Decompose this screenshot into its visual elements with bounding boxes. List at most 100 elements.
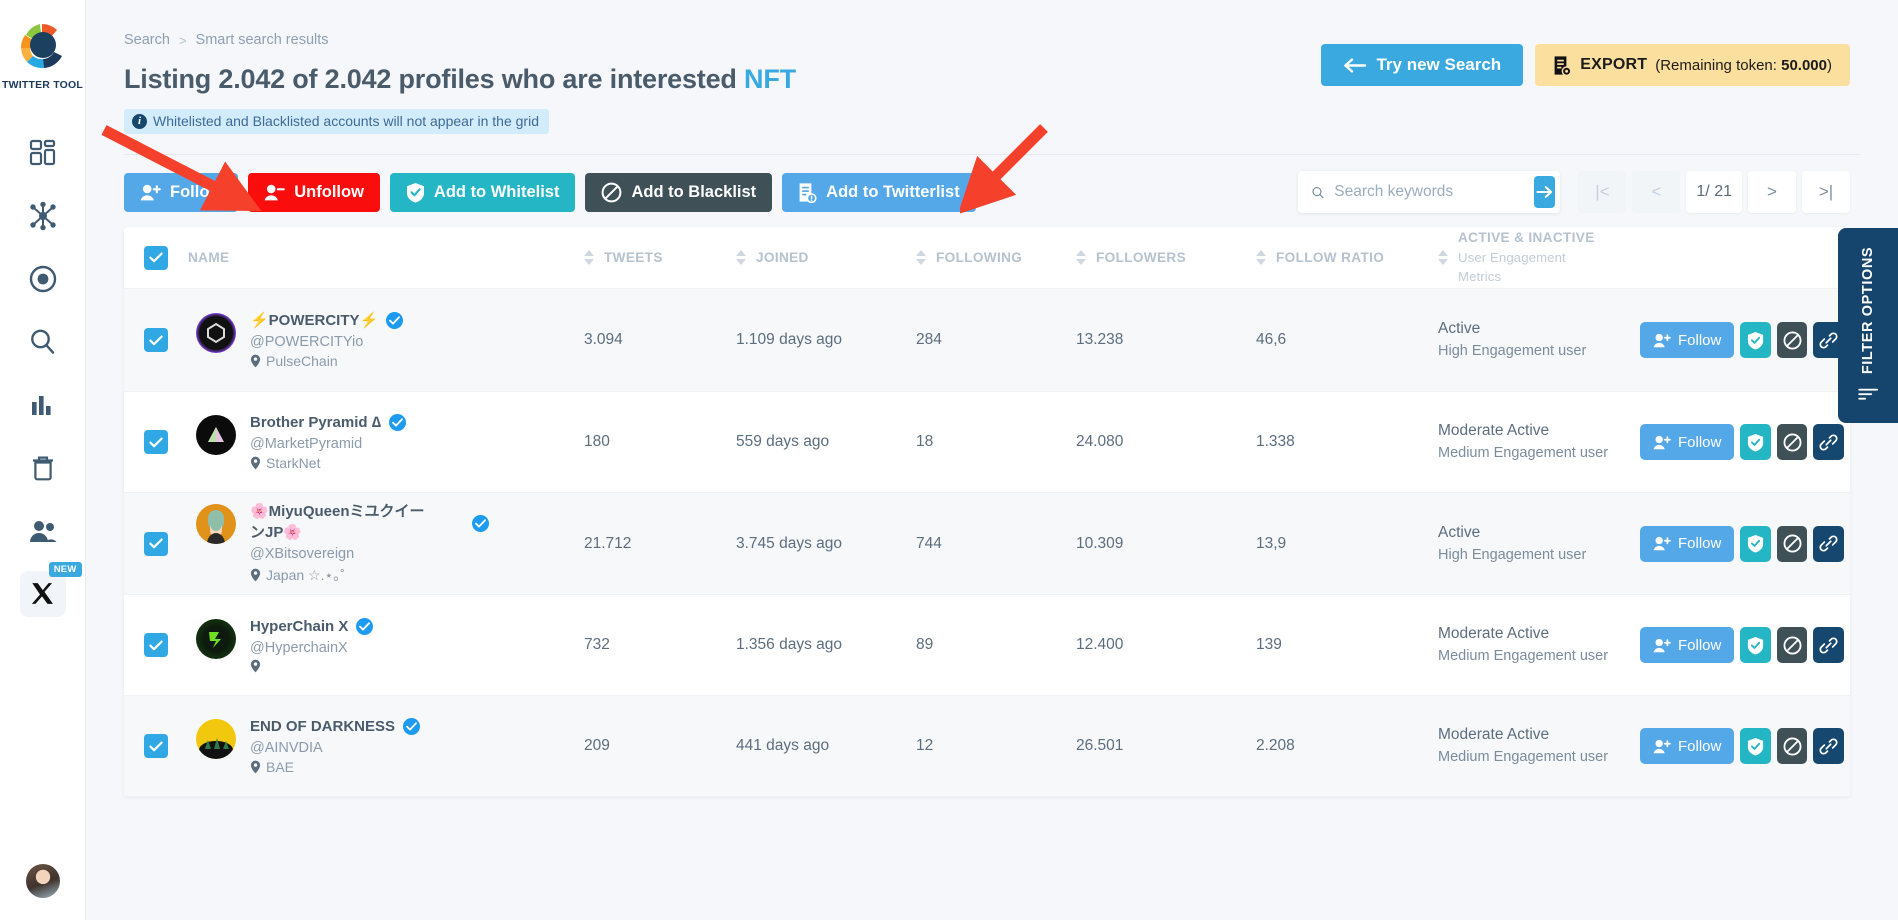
sidebar-item-analytics[interactable] (0, 373, 86, 436)
row-follow-button[interactable]: Follow (1640, 728, 1735, 764)
row-follow-button[interactable]: Follow (1640, 322, 1735, 358)
x-icon-box[interactable]: NEW (19, 561, 82, 617)
profile-cell[interactable]: ⚡POWERCITY⚡ @POWERCITYio PulseChain (188, 311, 584, 369)
filter-options-tab[interactable]: FILTER OPTIONS (1838, 228, 1898, 423)
row-whitelist-button[interactable] (1740, 525, 1771, 562)
sidebar-item-users[interactable] (0, 499, 86, 562)
bulk-unfollow-button[interactable]: Unfollow (248, 172, 380, 212)
bulk-add-twitterlist-button[interactable]: Add to Twitterlist (782, 172, 976, 212)
row-follow-label: Follow (1678, 433, 1722, 451)
row-checkbox[interactable] (144, 328, 168, 352)
ban-icon (1783, 331, 1802, 349)
bulk-add-blacklist-button[interactable]: Add to Blacklist (585, 172, 773, 212)
activity-status: Moderate Active (1438, 422, 1550, 440)
table-row[interactable]: 🌸MiyuQueenミユクイーンJP🌸 @XBitsovereign Japan… (124, 493, 1850, 595)
profile-location-text: BAE (266, 759, 295, 776)
row-blacklist-button[interactable] (1776, 728, 1808, 764)
sidebar-item-target[interactable] (0, 247, 86, 310)
row-link-button[interactable] (1813, 728, 1844, 764)
row-follow-button[interactable]: Follow (1640, 525, 1735, 562)
bulk-follow-button[interactable]: Follow (124, 172, 239, 212)
search-input[interactable] (1324, 183, 1535, 201)
row-checkbox[interactable] (144, 633, 168, 657)
pagination-first-button[interactable]: |< (1578, 171, 1627, 213)
row-actions: Follow (1640, 525, 1850, 562)
profile-cell[interactable]: END OF DARKNESS @AINVDIA BAE (188, 717, 584, 775)
row-actions: Follow (1640, 424, 1850, 460)
row-whitelist-button[interactable] (1740, 424, 1771, 460)
sort-arrows-active[interactable] (1438, 250, 1448, 265)
sort-arrows-tweets[interactable] (584, 250, 594, 265)
activity-status: Moderate Active (1438, 625, 1550, 643)
profile-handle: @MarketPyramid (250, 436, 363, 453)
sort-arrows-follow-ratio[interactable] (1256, 250, 1266, 265)
row-checkbox[interactable] (144, 430, 168, 454)
table-controls: |< < 1/ 21 > >| (1298, 171, 1850, 213)
row-follow-button[interactable]: Follow (1640, 424, 1735, 460)
table-row[interactable]: ⚡POWERCITY⚡ @POWERCITYio PulseChain 3.09… (124, 289, 1850, 392)
pagination-prev-button[interactable]: < (1632, 171, 1681, 213)
row-blacklist-button[interactable] (1776, 424, 1808, 460)
try-new-search-button[interactable]: Try new Search (1321, 44, 1524, 86)
row-whitelist-button[interactable] (1740, 322, 1771, 358)
sidebar-item-dashboard[interactable] (0, 121, 86, 184)
column-header-follow-ratio[interactable]: FOLLOW RATIO (1256, 250, 1438, 265)
profile-cell[interactable]: Brother Pyramid ∆ @MarketPyramid StarkNe… (188, 413, 584, 471)
row-follow-button[interactable]: Follow (1640, 627, 1735, 663)
select-all-checkbox[interactable] (144, 245, 168, 270)
users-icon (29, 520, 56, 542)
sort-arrows-joined[interactable] (736, 250, 746, 265)
table-row[interactable]: Brother Pyramid ∆ @MarketPyramid StarkNe… (124, 392, 1850, 493)
table-row[interactable]: HyperChain X @HyperchainX 732 1.356 days… (124, 595, 1850, 696)
profile-cell[interactable]: 🌸MiyuQueenミユクイーンJP🌸 @XBitsovereign Japan… (188, 502, 584, 585)
cell-following: 18 (916, 433, 934, 450)
row-checkbox[interactable] (144, 531, 168, 556)
profile-location-text: Japan ☆.⋆｡˚ (266, 566, 345, 583)
pagination-next-button[interactable]: > (1748, 171, 1796, 213)
bulk-add-blacklist-label: Add to Blacklist (631, 182, 757, 201)
sidebar-item-network[interactable] (0, 184, 86, 247)
column-header-tweets[interactable]: TWEETS (584, 250, 736, 265)
user-plus-icon (1653, 435, 1671, 449)
profile-cell[interactable]: HyperChain X @HyperchainX (188, 617, 584, 673)
column-header-following[interactable]: FOLLOWING (916, 250, 1076, 265)
sidebar-item-x-twitter[interactable]: NEW (0, 561, 86, 625)
table-row[interactable]: END OF DARKNESS @AINVDIA BAE 209 441 day… (124, 696, 1850, 797)
row-whitelist-button[interactable] (1740, 627, 1771, 663)
column-label-active-sub1: User Engagement (1458, 250, 1566, 266)
breadcrumb-search[interactable]: Search (124, 32, 170, 48)
row-link-button[interactable] (1813, 525, 1844, 562)
cell-followers: 12.400 (1076, 636, 1124, 653)
app-logo[interactable]: TWITTER TOOL (2, 18, 83, 91)
profile-location: Japan ☆.⋆｡˚ (250, 565, 489, 585)
sort-arrows-following[interactable] (916, 250, 926, 265)
export-button[interactable]: EXPORT (Remaining token: 50.000) (1535, 44, 1850, 86)
row-blacklist-button[interactable] (1776, 525, 1808, 562)
engagement-level: Medium Engagement user (1438, 648, 1609, 665)
sidebar-item-trash[interactable] (0, 436, 86, 499)
row-blacklist-button[interactable] (1776, 627, 1808, 663)
check-icon (149, 741, 163, 751)
search-submit-button[interactable] (1534, 176, 1556, 208)
row-link-button[interactable] (1813, 627, 1844, 663)
row-blacklist-button[interactable] (1776, 322, 1808, 358)
sort-arrows-followers[interactable] (1076, 250, 1086, 265)
column-header-joined[interactable]: JOINED (736, 250, 916, 265)
row-whitelist-button[interactable] (1740, 728, 1771, 764)
column-header-followers[interactable]: FOLLOWERS (1076, 250, 1256, 265)
cell-tweets: 21.712 (584, 534, 632, 552)
search-box[interactable] (1298, 171, 1561, 213)
user-avatar[interactable] (25, 864, 60, 898)
column-header-name[interactable]: NAME (188, 250, 584, 265)
sidebar-item-search[interactable] (0, 310, 86, 373)
engagement-level: High Engagement user (1438, 546, 1587, 563)
row-checkbox[interactable] (144, 734, 168, 758)
column-header-active-inactive[interactable]: ACTIVE & INACTIVE User Engagement Metric… (1438, 229, 1640, 286)
cell-tweets: 3.094 (584, 331, 623, 348)
export-label: EXPORT (1580, 56, 1648, 73)
row-link-button[interactable] (1813, 424, 1844, 460)
pagination-last-button[interactable]: >| (1802, 171, 1850, 213)
bulk-unfollow-label: Unfollow (294, 182, 364, 201)
cell-engagement: Moderate Active Medium Engagement user (1438, 420, 1640, 464)
bulk-add-whitelist-button[interactable]: Add to Whitelist (389, 172, 576, 212)
